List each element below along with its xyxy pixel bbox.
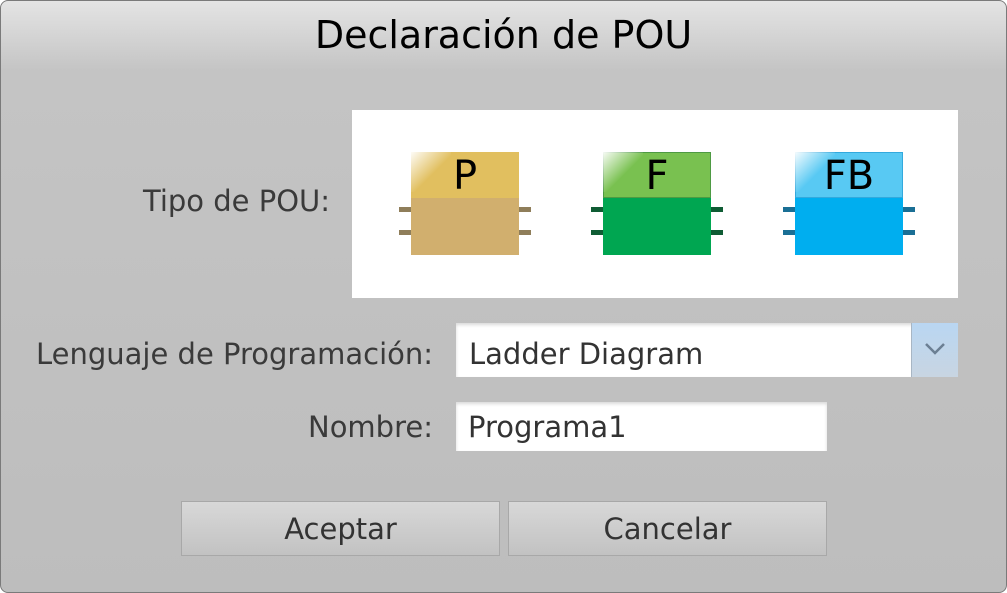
pou-declaration-dialog: Declaración de POU Tipo de POU: P F FB L… [0, 0, 1007, 593]
pou-type-label: Tipo de POU: [143, 184, 331, 218]
function-block-icon: FB [823, 153, 875, 199]
language-selected-value: Ladder Diagram [469, 337, 704, 371]
pou-type-selector: P F FB [352, 110, 958, 298]
dialog-title: Declaración de POU [314, 13, 693, 57]
chevron-down-icon [925, 343, 945, 355]
accept-button[interactable]: Aceptar [181, 501, 500, 556]
name-input[interactable] [456, 402, 827, 451]
name-label: Nombre: [308, 410, 433, 444]
pou-type-function-option[interactable]: F [591, 152, 723, 255]
program-icon: P [452, 153, 478, 199]
pou-type-program-option[interactable]: P [399, 152, 531, 255]
pou-type-function-block-option[interactable]: FB [783, 152, 915, 255]
cancel-button[interactable]: Cancelar [508, 501, 827, 556]
language-dropdown-button[interactable] [911, 323, 958, 377]
language-select[interactable]: Ladder Diagram [456, 323, 958, 377]
language-label: Lenguaje de Programación: [36, 337, 434, 371]
function-icon: F [645, 153, 669, 199]
